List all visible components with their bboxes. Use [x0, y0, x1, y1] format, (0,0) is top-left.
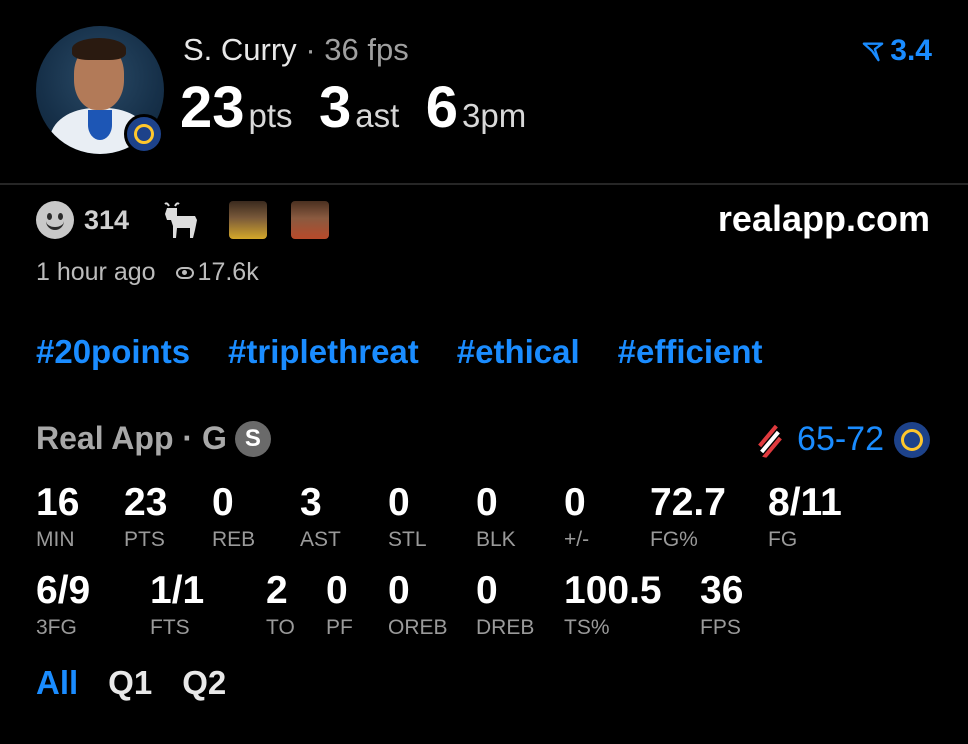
team-logo-icon [124, 114, 164, 154]
hashtag[interactable]: #triplethreat [228, 333, 419, 371]
site-link[interactable]: realapp.com [718, 198, 930, 240]
stat-cell: 0 +/- [564, 483, 589, 552]
stat-value: 0 [476, 569, 498, 612]
stat-label: REB [212, 528, 256, 551]
hashtag[interactable]: #efficient [618, 333, 763, 371]
rating-value: 3.4 [890, 34, 932, 67]
stat-cell: 0 STL [388, 483, 427, 552]
eye-icon [175, 266, 194, 279]
stat-label: MIN [36, 528, 75, 551]
stat-label: 3FG [36, 616, 77, 639]
view-count: 17.6k [197, 258, 259, 286]
stat-points-unit: pts [248, 97, 293, 134]
stat-cell: 16 MIN [36, 483, 79, 552]
stat-value: 0 [564, 481, 586, 524]
stat-cell: 1/1 FTS [150, 571, 204, 640]
stat-value: 1/1 [150, 569, 205, 612]
player-reaction-icon[interactable] [229, 201, 268, 239]
smiley-reaction-icon[interactable] [36, 201, 74, 239]
fps-label: 36 fps [324, 32, 409, 67]
stat-value: 36 [700, 569, 744, 612]
stat-value: 0 [476, 481, 498, 524]
reactions-row: 314 [36, 200, 343, 240]
player-name-line[interactable]: S. Curry · 36 fps [183, 32, 409, 68]
divider [0, 183, 968, 185]
stat-value: 0 [212, 481, 234, 524]
tab-q1[interactable]: Q1 [108, 664, 152, 702]
game-score[interactable]: 65-72 [751, 420, 930, 459]
stat-value: 100.5 [564, 569, 662, 612]
stat-cell: 100.5 TS% [564, 571, 662, 640]
stat-value: 2 [266, 569, 288, 612]
stat-cell: 23 PTS [124, 483, 167, 552]
reaction-count: 314 [84, 204, 130, 235]
views: 17.6k [175, 258, 259, 287]
time-ago: 1 hour ago [36, 258, 156, 286]
stat-value: 0 [388, 569, 410, 612]
goat-icon[interactable] [161, 200, 201, 240]
stat-label: FG [768, 528, 798, 551]
separator: · [305, 32, 316, 67]
game-source: Real App · G S [36, 420, 271, 457]
hashtag-list: #20points #triplethreat #ethical #effici… [36, 333, 763, 371]
source-label: Real App · G [36, 420, 227, 456]
tab-all[interactable]: All [36, 664, 78, 702]
stat-threes-unit: 3pm [462, 97, 527, 134]
stat-label: FPS [700, 616, 741, 639]
stat-label: BLK [476, 528, 516, 551]
stat-cell: 0 DREB [476, 571, 534, 640]
stat-label: OREB [388, 616, 448, 639]
stat-label: TS% [564, 616, 610, 639]
stat-value: 3 [300, 481, 322, 524]
player-reaction-icon[interactable] [291, 201, 330, 239]
stat-value: 16 [36, 481, 80, 524]
stat-label: PF [326, 616, 353, 639]
stat-cell: 0 OREB [388, 571, 448, 640]
hashtag[interactable]: #ethical [457, 333, 580, 371]
stat-cell: 0 REB [212, 483, 255, 552]
stat-value: 0 [326, 569, 348, 612]
blazers-logo-icon [751, 421, 788, 458]
stat-cell: 2 TO [266, 571, 295, 640]
stat-value: 72.7 [650, 481, 726, 524]
stat-cell: 6/9 3FG [36, 571, 90, 640]
stat-cell: 0 PF [326, 571, 353, 640]
stat-cell: 3 AST [300, 483, 341, 552]
stat-threes-value: 6 [425, 75, 459, 140]
stat-label: DREB [476, 616, 535, 639]
tab-q2[interactable]: Q2 [182, 664, 226, 702]
headline-stats: 23 pts 3 ast 6 3pm [180, 74, 548, 141]
stat-cell: 8/11 FG [768, 483, 842, 552]
flag-icon [862, 42, 884, 62]
stat-label: FG% [650, 528, 698, 551]
hashtag[interactable]: #20points [36, 333, 190, 371]
stat-assists-value: 3 [319, 75, 352, 140]
stat-value: 23 [124, 481, 168, 524]
post-meta: 1 hour ago 17.6k [36, 258, 259, 287]
stat-label: FTS [150, 616, 190, 639]
player-name[interactable]: S. Curry [183, 32, 297, 67]
stat-cell: 36 FPS [700, 571, 743, 640]
stat-label: TO [266, 616, 295, 639]
stat-value: 0 [388, 481, 410, 524]
stat-assists-unit: ast [355, 97, 400, 134]
period-tabs: All Q1 Q2 [36, 664, 226, 702]
rating-badge[interactable]: 3.4 [862, 34, 932, 68]
stat-label: AST [300, 528, 341, 551]
source-badge: S [234, 420, 271, 457]
stat-label: STL [388, 528, 427, 551]
stat-label: PTS [124, 528, 165, 551]
stat-cell: 72.7 FG% [650, 483, 726, 552]
warriors-logo-icon [894, 421, 930, 458]
stat-value: 6/9 [36, 569, 91, 612]
stat-label: +/- [564, 528, 590, 551]
stat-value: 8/11 [768, 481, 842, 524]
stat-cell: 0 BLK [476, 483, 516, 552]
score-value: 65-72 [797, 420, 884, 458]
stat-points-value: 23 [180, 75, 245, 140]
